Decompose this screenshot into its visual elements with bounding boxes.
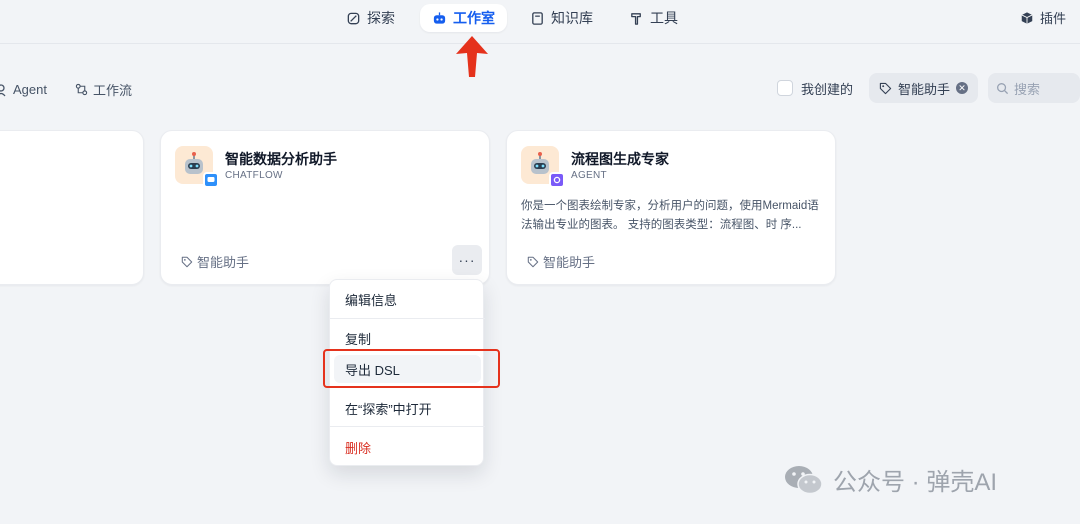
annotation-highlight-box [323,349,500,388]
card-type: CHATFLOW [225,170,283,181]
workflow-icon [75,83,88,96]
top-navbar: 探索 工作室 知识库 工具 插件 [0,0,1080,44]
plugins-button[interactable]: 插件 [1020,8,1066,27]
nav-knowledge-label: 知识库 [551,10,593,26]
menu-item-open-in-explore[interactable]: 在“探索”中打开 [330,394,485,422]
filter-agent[interactable]: Agent [0,82,47,97]
main-nav: 探索 工作室 知识库 工具 [0,4,1080,32]
created-by-me-checkbox[interactable] [776,80,793,96]
plugins-label: 插件 [1039,11,1066,26]
nav-tools-label: 工具 [650,10,678,26]
tag-icon [527,256,539,267]
card-description: 你是一个图表绘制专家，分析用户的问题，使用Mermaid语法输出专业的图表。 支… [521,200,819,231]
search-placeholder: 搜索 [1014,81,1041,97]
nav-explore-label: 探索 [367,10,395,26]
clear-tag-icon[interactable]: ✕ [956,82,968,94]
more-options-button[interactable]: ··· [452,245,482,275]
menu-item-delete[interactable]: 删除 [330,433,485,461]
filter-workflow[interactable]: 工作流 [75,80,132,99]
search-input[interactable]: 搜索 [988,73,1080,103]
menu-divider [330,426,485,427]
tag-icon [181,256,193,267]
card-title: 智能数据分析助手 [225,151,337,167]
filter-agent-label: Agent [13,82,47,97]
robot-avatar-icon [175,146,219,188]
card-title: 流程图生成专家 [571,151,669,167]
agent-badge-icon [549,172,565,188]
wechat-icon [785,465,823,494]
nav-explore[interactable]: 探索 [334,4,407,32]
card-tag[interactable]: 智能助手 [181,252,249,271]
robot-icon [433,11,446,24]
cube-icon [1021,11,1033,24]
card-tag-label: 智能助手 [543,255,596,270]
type-filter-tabs: Agent 工作流 [0,80,132,99]
explore-icon [347,12,360,24]
filter-controls: 我创建的 智能助手 ✕ 搜索 [776,73,1080,103]
app-card[interactable]: 智能数据分析助手 CHATFLOW 智能助手 ··· [160,130,490,285]
robot-avatar-icon [521,146,565,188]
created-by-me-label: 我创建的 [800,81,853,97]
tag-filter-chip[interactable]: 智能助手 ✕ [868,73,978,103]
menu-divider [330,318,485,319]
filter-workflow-label: 工作流 [92,83,132,98]
card-type: AGENT [571,170,607,181]
nav-studio-label: 工作室 [453,10,495,26]
annotation-arrow [456,36,488,77]
watermark: 公众号 · 弹壳AI [783,462,997,497]
chatflow-badge-icon [203,172,219,188]
menu-item-duplicate[interactable]: 复制 [330,324,485,352]
nav-tools[interactable]: 工具 [617,4,690,32]
menu-item-edit-info[interactable]: 编辑信息 [330,285,485,313]
hammer-icon [631,12,641,25]
card-tag-label: 智能助手 [197,255,250,270]
person-icon [0,83,6,96]
search-icon [997,82,1009,94]
created-by-me-toggle[interactable]: 我创建的 [776,79,853,98]
nav-studio[interactable]: 工作室 [420,4,507,32]
app-card[interactable]: 流程图生成专家 AGENT 你是一个图表绘制专家，分析用户的问题，使用Merma… [506,130,836,285]
app-card-partial[interactable] [0,130,144,285]
book-icon [532,11,543,25]
nav-knowledge[interactable]: 知识库 [518,4,605,32]
tag-filter-label: 智能助手 [897,81,950,97]
card-tag[interactable]: 智能助手 [527,252,595,271]
tag-icon [879,82,892,94]
watermark-text: 公众号 · 弹壳AI [833,469,998,496]
